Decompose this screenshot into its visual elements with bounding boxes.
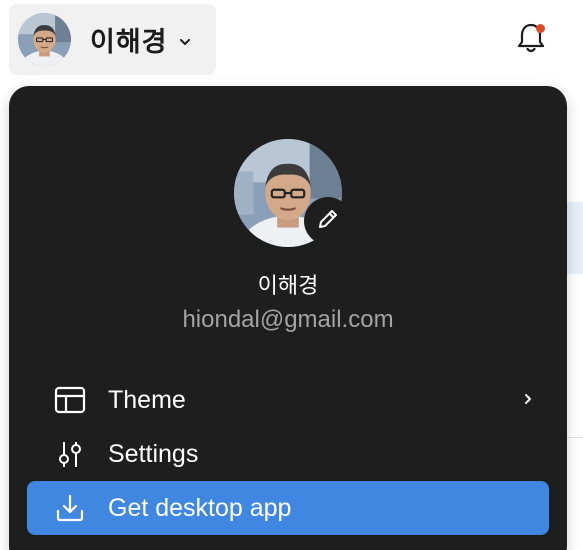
notification-dot bbox=[536, 24, 545, 33]
chevron-down-icon bbox=[178, 35, 192, 49]
menu-item-settings[interactable]: Settings bbox=[27, 427, 549, 481]
page: 이해경 이해경 hiondal@gmail.com Theme Settings… bbox=[0, 0, 583, 550]
layout-icon bbox=[53, 383, 87, 417]
menu-item-label: Get desktop app bbox=[108, 493, 292, 522]
menu-item-label: Theme bbox=[108, 385, 186, 414]
pencil-icon bbox=[316, 207, 340, 236]
chevron-right-icon bbox=[521, 392, 535, 406]
avatar bbox=[18, 13, 71, 66]
download-icon bbox=[53, 491, 87, 525]
edit-avatar-button[interactable] bbox=[304, 197, 352, 245]
profile-email: hiondal@gmail.com bbox=[182, 306, 394, 333]
menu-item-label: Settings bbox=[108, 439, 199, 468]
user-name: 이해경 bbox=[90, 27, 168, 58]
menu-item-theme[interactable]: Theme bbox=[27, 373, 549, 427]
sliders-icon bbox=[53, 437, 87, 471]
user-menu-button[interactable]: 이해경 bbox=[9, 4, 216, 75]
menu-item-get-desktop-app[interactable]: Get desktop app bbox=[27, 481, 549, 535]
profile-name: 이해경 bbox=[257, 274, 319, 299]
notifications-button[interactable] bbox=[513, 22, 549, 58]
account-menu: 이해경 hiondal@gmail.com Theme Settings Get… bbox=[9, 86, 567, 550]
